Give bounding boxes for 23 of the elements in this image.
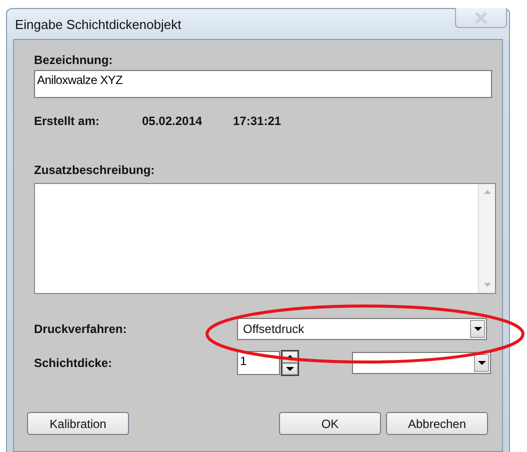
up-arrow-icon: [286, 355, 294, 359]
dropdown[interactable]: Offsetdruck: [237, 318, 487, 340]
window-title: Eingabe Schichtdickenobjekt: [15, 16, 182, 32]
dialog-button[interactable]: Kalibration: [27, 412, 129, 435]
field-label: Bezeichnung:: [34, 53, 114, 67]
text-area[interactable]: [34, 183, 496, 294]
dialog-button[interactable]: OK: [279, 412, 381, 435]
date-text: 05.02.2014: [142, 114, 204, 128]
caret-icon: [474, 327, 482, 331]
field-label: Zusatzbeschreibung:: [34, 163, 156, 177]
close-icon: [474, 12, 488, 24]
spin-down-button[interactable]: [282, 363, 298, 375]
time-text: 17:31:21: [233, 114, 282, 128]
down-arrow-icon: [484, 283, 490, 287]
down-arrow-icon: [286, 367, 294, 371]
field-label: Druckverfahren:: [34, 322, 128, 336]
input-field[interactable]: Aniloxwalze XYZ: [34, 70, 492, 98]
caret-icon: [478, 361, 486, 365]
field-label: Erstellt am:: [34, 114, 100, 128]
scrollbar[interactable]: [478, 184, 495, 293]
up-arrow-icon: [484, 190, 490, 194]
field-label: Schichtdicke:: [34, 356, 114, 370]
dialog-button[interactable]: Abbrechen: [386, 412, 488, 435]
